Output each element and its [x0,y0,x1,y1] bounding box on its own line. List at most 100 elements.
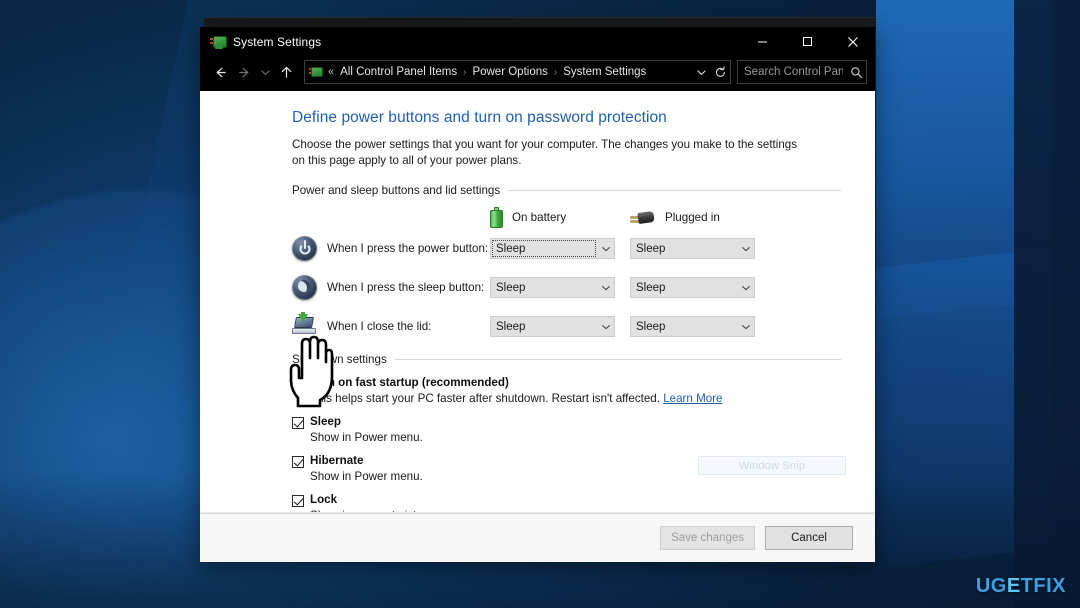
breadcrumb-item-all-control-panel-items[interactable]: All Control Panel Items [337,65,460,79]
window-snip-overlay[interactable]: Window Snip [698,456,846,475]
power-plug-icon [630,210,656,226]
forward-button[interactable] [232,60,256,84]
content-bottom-divider [200,512,875,513]
combo-sleep-button-plugged-in-value: Sleep [636,281,666,294]
column-header-plugged-in-label: Plugged in [665,211,720,224]
checkbox-row-lock[interactable]: Lock [292,493,841,507]
laptop-lid-icon [292,312,317,339]
page-title: Define power buttons and turn on passwor… [292,109,667,126]
fast-startup-description-text: This helps start your PC faster after sh… [310,392,660,405]
control-panel-icon [309,65,323,79]
checkbox-lock[interactable] [292,495,304,507]
checkbox-description-sleep: Show in Power menu. [310,431,423,444]
battery-icon [490,207,503,228]
search-input[interactable] [738,66,846,78]
maximize-icon [803,37,812,46]
save-changes-button[interactable]: Save changes [660,526,755,550]
chevron-down-icon [697,69,706,75]
combo-sleep-button-plugged-in[interactable]: Sleep [630,277,755,298]
combo-close-lid-on-battery[interactable]: Sleep [490,316,615,337]
learn-more-link[interactable]: Learn More [663,392,722,405]
checkbox-sleep[interactable] [292,417,304,429]
combo-power-button-on-battery-value: Sleep [496,242,526,255]
setting-row-close-lid: When I close the lid: Sleep Sleep [292,312,841,339]
window-titlebar[interactable]: System Settings [200,27,875,56]
chevron-down-icon[interactable] [737,239,754,258]
address-bar-controls [692,62,730,82]
combo-power-button-plugged-in[interactable]: Sleep [630,238,755,259]
address-bar[interactable]: « All Control Panel Items › Power Option… [304,60,731,84]
window-title: System Settings [233,34,322,49]
chevron-down-icon[interactable] [597,317,614,336]
column-header-on-battery-label: On battery [512,211,567,224]
chevron-down-icon [260,69,270,75]
watermark-suffix: TFIX [1020,575,1066,597]
settings-content: Define power buttons and turn on passwor… [200,91,875,513]
window-controls [740,27,875,56]
window-footer: Save changes Cancel [200,513,875,562]
checkbox-label-hibernate: Hibernate [310,454,364,467]
combo-close-lid-on-battery-value: Sleep [496,320,526,333]
watermark-prefix: UG [975,575,1007,597]
combo-close-lid-plugged-in-value: Sleep [636,320,666,333]
column-header-on-battery: On battery [490,207,630,228]
breadcrumb-item-system-settings[interactable]: System Settings [560,65,649,79]
chevron-down-icon[interactable] [737,278,754,297]
shutdown-group-label: Shutdown settings [292,353,387,366]
system-settings-icon [210,34,227,50]
power-button-icon [292,236,317,261]
search-icon[interactable] [846,62,866,82]
shutdown-group-header: Shutdown settings [292,353,841,366]
setting-label-close-lid: When I close the lid: [327,320,432,333]
up-arrow-icon [281,66,291,78]
shutdown-settings-list: Turn on fast startup (recommended) This … [292,376,841,513]
back-button[interactable] [208,60,232,84]
checkbox-hibernate[interactable] [292,456,304,468]
minimize-button[interactable] [740,27,785,56]
chevron-down-icon[interactable] [597,239,614,258]
power-source-column-headers: On battery Plugged in [490,207,841,228]
setting-label-sleep-button: When I press the sleep button: [327,281,485,294]
cancel-button[interactable]: Cancel [765,526,853,550]
checkbox-label-sleep: Sleep [310,415,341,428]
chevron-down-icon[interactable] [597,278,614,297]
combo-close-lid-plugged-in[interactable]: Sleep [630,316,755,337]
system-settings-window: System Settings « All Control Panel Item… [200,27,875,562]
group-divider-line [508,190,841,191]
breadcrumb: « All Control Panel Items › Power Option… [328,65,692,79]
desktop: System Settings « All Control Panel Item… [0,0,1080,608]
checkbox-row-fast-startup[interactable]: Turn on fast startup (recommended) [292,376,841,390]
recent-locations-button[interactable] [256,60,274,84]
address-dropdown-button[interactable] [692,62,711,82]
chevron-down-icon[interactable] [737,317,754,336]
checkbox-row-sleep[interactable]: Sleep [292,415,841,429]
maximize-button[interactable] [785,27,830,56]
setting-row-power-button: When I press the power button: Sleep Sle… [292,236,841,261]
forward-arrow-icon [238,67,248,77]
combo-sleep-button-on-battery-value: Sleep [496,281,526,294]
close-button[interactable] [830,27,875,56]
breadcrumb-separator-icon[interactable]: › [460,67,469,78]
combo-power-button-on-battery[interactable]: Sleep [490,238,615,259]
search-box[interactable] [737,60,867,84]
power-sleep-group-label: Power and sleep buttons and lid settings [292,184,501,197]
checkbox-fast-startup[interactable] [292,378,304,390]
column-header-plugged-in: Plugged in [630,210,770,226]
breadcrumb-overflow-icon[interactable]: « [328,66,337,78]
back-arrow-icon [216,67,226,77]
refresh-button[interactable] [711,62,730,82]
combo-sleep-button-on-battery[interactable]: Sleep [490,277,615,298]
checkbox-description-fast-startup: This helps start your PC faster after sh… [310,391,841,406]
sleep-moon-icon [292,275,317,300]
setting-label-power-button: When I press the power button: [327,242,489,255]
combo-power-button-plugged-in-value: Sleep [636,242,666,255]
power-sleep-group-header: Power and sleep buttons and lid settings [292,184,841,197]
up-button[interactable] [274,60,298,84]
breadcrumb-separator-icon-2[interactable]: › [551,67,560,78]
checkbox-label-fast-startup: Turn on fast startup (recommended) [310,376,509,389]
breadcrumb-item-power-options[interactable]: Power Options [469,65,550,79]
group-divider-line-2 [394,359,841,360]
navigation-toolbar: « All Control Panel Items › Power Option… [200,56,875,91]
watermark-middle: E [1006,575,1021,597]
refresh-icon [715,65,725,77]
